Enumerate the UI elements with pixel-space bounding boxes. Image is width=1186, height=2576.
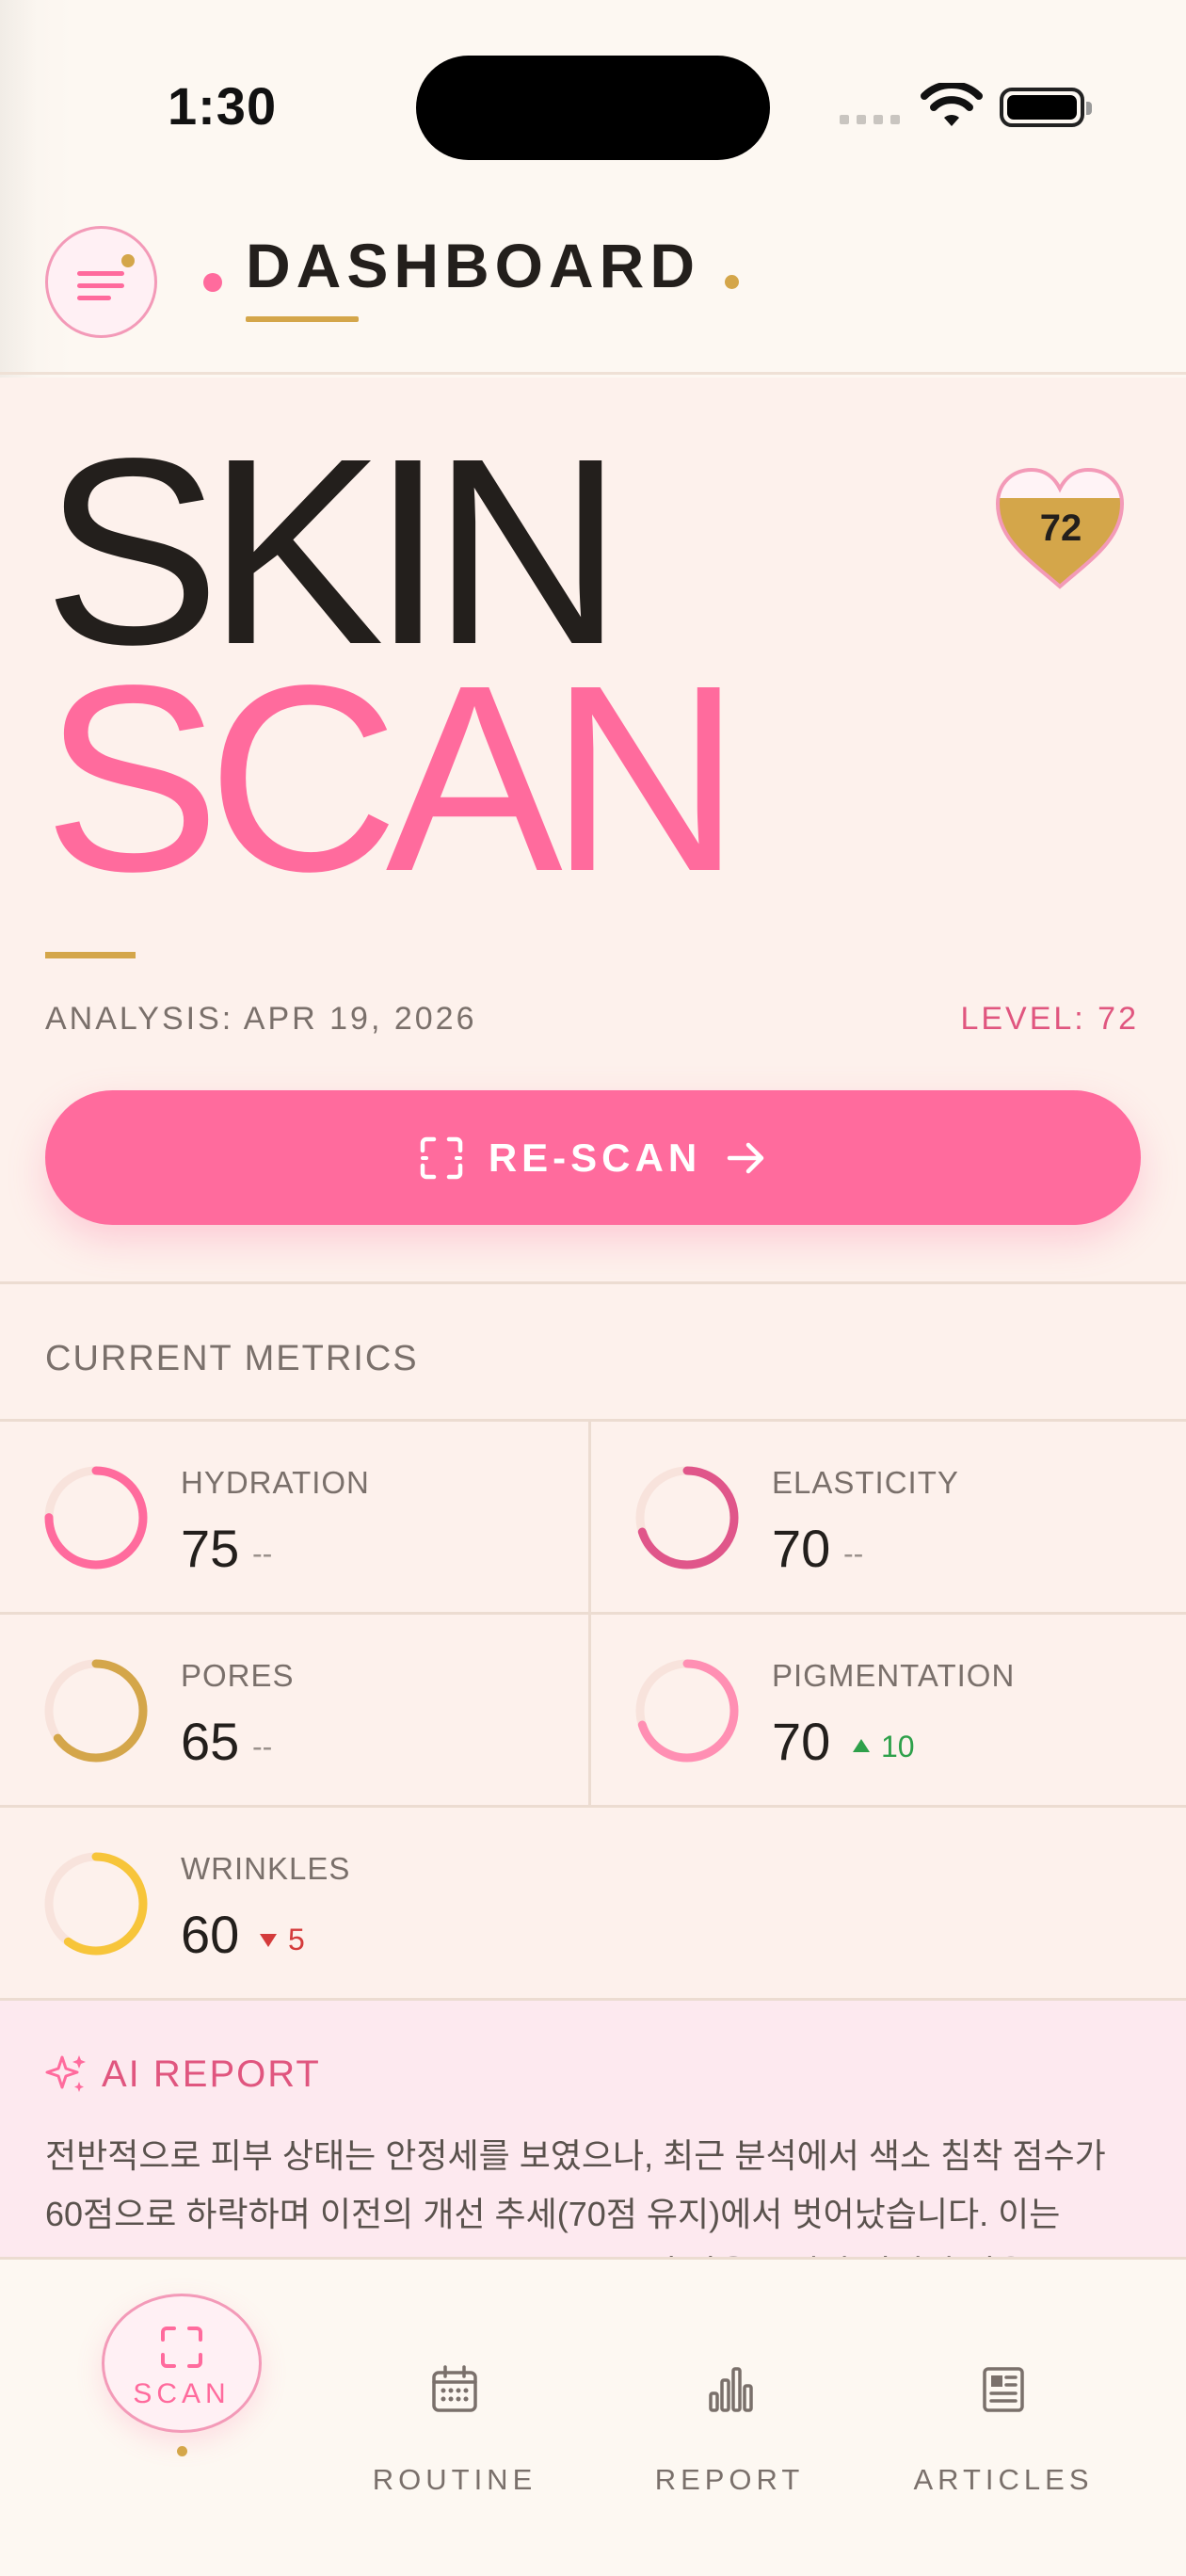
page-title: DASHBOARD (246, 231, 700, 300)
level-label: LEVEL: 72 (960, 1001, 1139, 1037)
tab-label: ROUTINE (372, 2463, 537, 2496)
ai-report-card[interactable]: AI REPORT 전반적으로 피부 상태는 안정세를 보였으나, 최근 분석에… (0, 1998, 1186, 2262)
notification-dot (121, 254, 135, 267)
menu-icon (77, 271, 124, 276)
metric-delta: 10 (881, 1730, 915, 1763)
metrics-heading: CURRENT METRICS (45, 1339, 419, 1378)
bar-chart-icon (709, 2367, 753, 2412)
metric-label: WRINKLES (181, 1851, 351, 1886)
trend-up-icon (853, 1739, 870, 1752)
ai-report-title: AI REPORT (102, 2053, 321, 2095)
tab-routine[interactable]: ROUTINE (351, 2335, 558, 2496)
analysis-date: ANALYSIS: APR 19, 2026 (45, 1001, 477, 1037)
metric-card-wrinkles[interactable]: WRINKLES 60 5 (0, 1808, 1186, 2001)
metric-card-hydration[interactable]: HYDRATION 75 -- (0, 1422, 591, 1615)
app-header: DASHBOARD (0, 188, 1186, 375)
cellular-signal-icon (840, 115, 900, 124)
tab-articles[interactable]: ARTICLES (900, 2335, 1107, 2496)
calendar-icon (432, 2365, 477, 2412)
metrics-header: CURRENT METRICS (0, 1281, 1186, 1419)
ai-report-header: AI REPORT (43, 2052, 321, 2097)
hero-section: SKIN SCAN 72 ANALYSIS: APR 19, 2026 LEVE… (0, 378, 1186, 1281)
title-underline (246, 316, 359, 322)
accent-bar (45, 952, 136, 958)
arrow-right-icon (727, 1142, 764, 1173)
pigmentation-progress-ring (635, 1659, 739, 1763)
decorative-dot (203, 273, 222, 292)
wrinkles-progress-ring (44, 1852, 148, 1956)
tab-label: SCAN (133, 2378, 231, 2409)
decorative-dot (725, 275, 739, 289)
tab-label: REPORT (654, 2463, 805, 2496)
metric-delta: -- (252, 1537, 273, 1570)
rescan-button[interactable]: RE-SCAN (45, 1090, 1141, 1225)
metric-delta: -- (843, 1537, 864, 1570)
metric-value: 60 (181, 1905, 240, 1964)
scan-frame-icon (420, 1136, 463, 1179)
hero-title-line2: SCAN (43, 630, 741, 926)
tab-label: ARTICLES (913, 2463, 1094, 2496)
bottom-tab-bar: SCAN ROUTINE REPORT ARTICLES (0, 2257, 1186, 2576)
metric-value: 75 (181, 1519, 240, 1578)
sparkles-icon (45, 2055, 86, 2092)
wifi-icon (921, 83, 983, 126)
dynamic-island (416, 56, 770, 160)
pores-progress-ring (44, 1659, 148, 1763)
tab-scan[interactable]: SCAN (102, 2294, 262, 2433)
metric-card-elasticity[interactable]: ELASTICITY 70 -- (591, 1422, 1186, 1615)
score-heart-badge[interactable]: 72 (992, 466, 1128, 592)
metric-card-pores[interactable]: PORES 65 -- (0, 1615, 591, 1808)
ai-report-text: 전반적으로 피부 상태는 안정세를 보였으나, 최근 분석에서 색소 침착 점수… (45, 2136, 1106, 2262)
active-tab-indicator (177, 2446, 187, 2456)
metric-value: 65 (181, 1712, 240, 1771)
status-time: 1:30 (168, 76, 278, 136)
trend-down-icon (260, 1934, 277, 1947)
metric-label: ELASTICITY (772, 1465, 959, 1500)
app-screen: 1:30 DASHBOARD SKIN SCAN 72 ANALYSIS: AP… (0, 0, 1186, 2576)
metric-delta: 5 (288, 1923, 305, 1956)
tab-report[interactable]: REPORT (626, 2335, 833, 2496)
metric-label: PORES (181, 1658, 295, 1693)
rescan-label: RE-SCAN (488, 1135, 702, 1180)
menu-button[interactable] (45, 226, 157, 338)
metric-value: 70 (772, 1519, 831, 1578)
battery-icon (1000, 88, 1092, 127)
metrics-grid: HYDRATION 75 -- ELASTICITY 70 -- PORES 6… (0, 1419, 1186, 1998)
metric-label: PIGMENTATION (772, 1658, 1016, 1693)
metric-value: 70 (772, 1712, 831, 1771)
score-badge-value: 72 (1040, 507, 1082, 549)
metric-label: HYDRATION (181, 1465, 370, 1500)
status-bar: 1:30 (0, 0, 1186, 188)
hydration-progress-ring (44, 1466, 148, 1570)
elasticity-progress-ring (635, 1466, 739, 1570)
scan-icon (161, 2326, 202, 2368)
newspaper-icon (983, 2367, 1024, 2412)
metric-delta: -- (252, 1730, 273, 1763)
metric-card-pigmentation[interactable]: PIGMENTATION 70 10 (591, 1615, 1186, 1808)
